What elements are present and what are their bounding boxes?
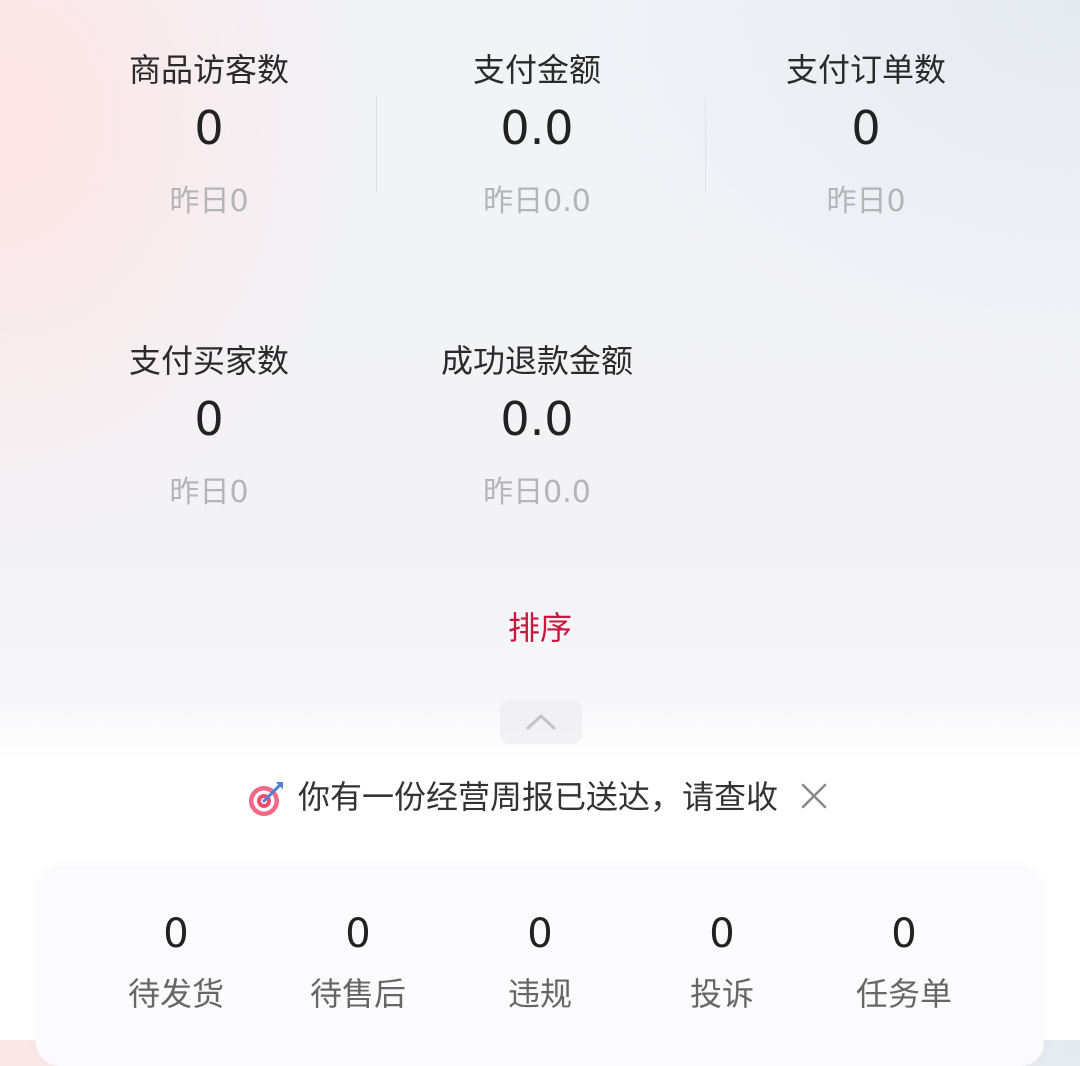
todo-label: 待发货 <box>127 975 224 1013</box>
todo-label: 任务单 <box>855 975 952 1013</box>
todo-pending-aftersale[interactable]: 0 待售后 <box>268 906 448 1016</box>
metric-divider <box>705 96 706 192</box>
metric-value: 0.0 <box>500 392 574 446</box>
todo-violations[interactable]: 0 违规 <box>450 906 630 1016</box>
todo-label: 违规 <box>507 975 572 1013</box>
metric-value: 0 <box>851 101 881 155</box>
metric-yesterday: 昨日0.0 <box>483 475 591 510</box>
todo-complaints[interactable]: 0 投诉 <box>632 906 812 1016</box>
metric-yesterday: 昨日0 <box>826 184 906 219</box>
todo-count: 0 <box>709 911 735 957</box>
metric-product-visitors[interactable]: 商品访客数 0 昨日0 <box>59 50 359 230</box>
metric-value: 0.0 <box>500 101 574 155</box>
metric-refund-amount[interactable]: 成功退款金额 0.0 昨日0.0 <box>387 341 687 521</box>
weekly-report-notice[interactable]: 你有一份经营周报已送达，请查收 <box>240 772 860 822</box>
metric-label: 支付金额 <box>472 51 601 89</box>
metric-value: 0 <box>194 101 224 155</box>
todo-count: 0 <box>345 911 371 957</box>
sort-button[interactable]: 排序 <box>440 606 640 650</box>
close-icon[interactable] <box>798 780 830 812</box>
metric-payment-orders[interactable]: 支付订单数 0 昨日0 <box>716 50 1016 230</box>
todo-count: 0 <box>527 911 553 957</box>
metric-label: 支付订单数 <box>785 51 946 89</box>
todo-count: 0 <box>163 911 189 957</box>
collapse-button[interactable] <box>500 700 582 744</box>
metric-payment-buyers[interactable]: 支付买家数 0 昨日0 <box>59 341 359 521</box>
chevron-up-icon <box>526 714 556 730</box>
todo-pending-shipment[interactable]: 0 待发货 <box>86 906 266 1016</box>
notice-text: 你有一份经营周报已送达，请查收 <box>298 778 779 816</box>
todo-count: 0 <box>891 911 917 957</box>
todo-label: 投诉 <box>689 975 754 1013</box>
todo-label: 待售后 <box>309 975 406 1013</box>
metric-yesterday: 昨日0 <box>169 475 249 510</box>
target-icon <box>249 782 283 816</box>
metric-value: 0 <box>194 392 224 446</box>
todo-tasks[interactable]: 0 任务单 <box>814 906 994 1016</box>
metric-label: 支付买家数 <box>128 342 289 380</box>
metric-divider <box>376 96 377 192</box>
metric-payment-amount[interactable]: 支付金额 0.0 昨日0.0 <box>387 50 687 230</box>
metric-label: 成功退款金额 <box>440 342 633 380</box>
metric-label: 商品访客数 <box>128 51 289 89</box>
metric-yesterday: 昨日0.0 <box>483 184 591 219</box>
metric-yesterday: 昨日0 <box>169 184 249 219</box>
